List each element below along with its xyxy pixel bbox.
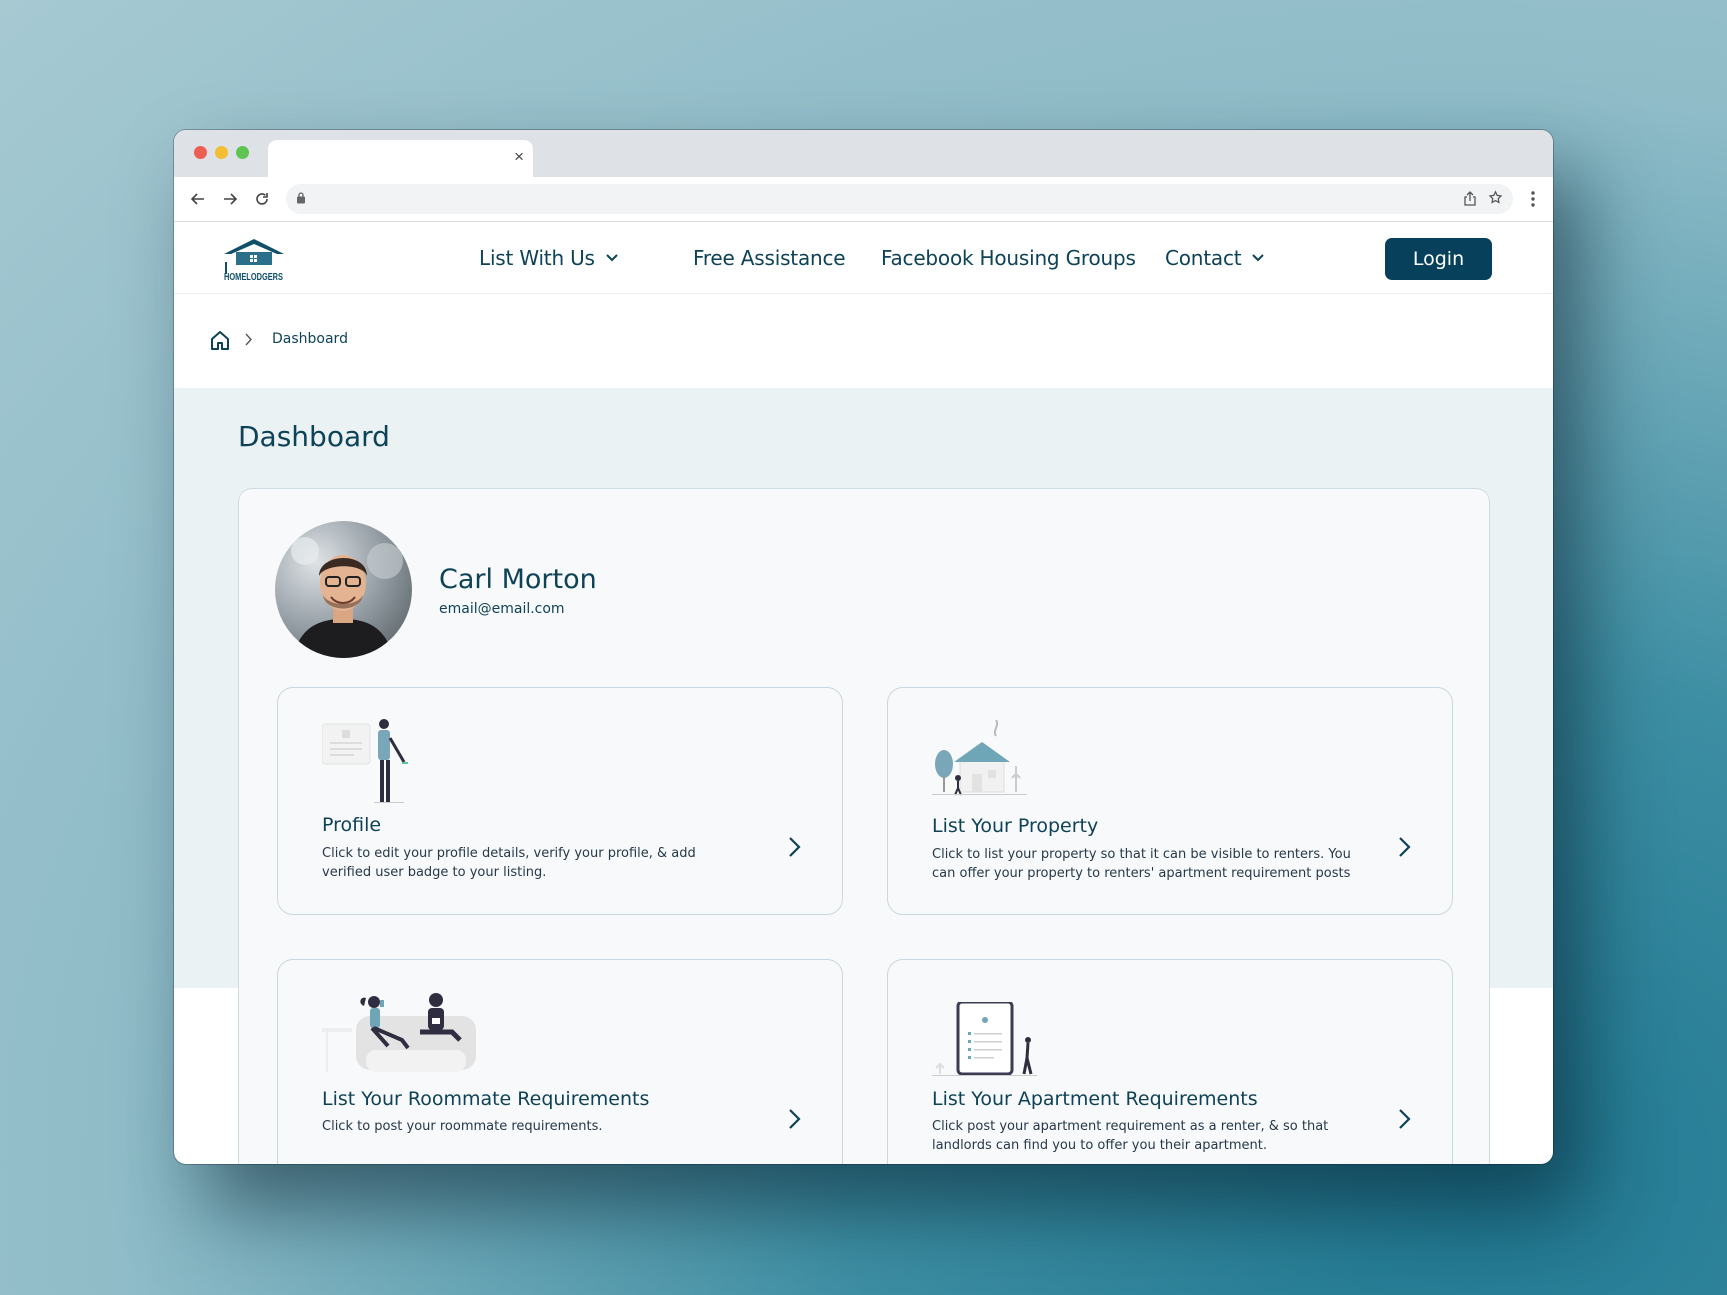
list-property-card[interactable]: List Your Property Click to list your pr… xyxy=(887,687,1453,915)
profile-card[interactable]: Profile Click to edit your profile detai… xyxy=(277,687,843,915)
card-description: Click post your apartment requirement as… xyxy=(932,1119,1329,1153)
bookmark-star-icon[interactable] xyxy=(1488,190,1503,210)
chevron-right-icon xyxy=(1398,1108,1412,1135)
maximize-window-button[interactable] xyxy=(236,146,249,159)
chevron-down-icon xyxy=(1252,254,1265,262)
user-name: Carl Morton xyxy=(439,564,597,595)
breadcrumb: Dashboard xyxy=(174,294,1553,388)
user-email: email@email.com xyxy=(439,601,565,617)
house-illustration xyxy=(932,719,1027,801)
nav-list-with-us[interactable]: List With Us xyxy=(479,246,619,270)
nav-label: Free Assistance xyxy=(693,246,846,270)
nav-contact[interactable]: Contact xyxy=(1165,246,1265,270)
apartment-requirements-card[interactable]: List Your Apartment Requirements Click p… xyxy=(887,959,1453,1164)
card-description: Click to post your roommate requirements… xyxy=(322,1119,603,1134)
logo-wordmark: HOMELODGERS xyxy=(224,272,283,281)
nav-free-assistance[interactable]: Free Assistance xyxy=(693,246,846,270)
avatar xyxy=(275,521,412,658)
tab-close-icon[interactable]: × xyxy=(514,148,524,166)
card-description: Click to list your property so that it c… xyxy=(932,847,1351,881)
browser-window: × HOMELODGERS List With Us Free Assistan… xyxy=(174,130,1553,1164)
login-button[interactable]: Login xyxy=(1385,238,1492,280)
chevron-right-icon xyxy=(245,333,253,351)
chevron-down-icon xyxy=(606,254,618,262)
nav-label: Contact xyxy=(1165,246,1242,270)
home-icon[interactable] xyxy=(210,330,230,356)
homelodgers-logo[interactable]: HOMELODGERS xyxy=(222,237,286,286)
minimize-window-button[interactable] xyxy=(215,146,228,159)
share-icon[interactable] xyxy=(1463,191,1477,211)
dashboard-main: Dashboard Carl Morton email@email.com Pr… xyxy=(174,388,1553,1164)
lock-icon xyxy=(296,191,306,209)
card-title: List Your Property xyxy=(932,815,1099,837)
close-window-button[interactable] xyxy=(194,146,207,159)
card-title: List Your Apartment Requirements xyxy=(932,1088,1258,1110)
browser-menu-icon[interactable] xyxy=(1521,187,1545,211)
browser-tab-bar: × xyxy=(174,130,1553,177)
browser-toolbar xyxy=(174,177,1553,222)
card-title: Profile xyxy=(322,814,382,836)
browser-tab[interactable]: × xyxy=(268,140,533,177)
nav-label: Facebook Housing Groups xyxy=(881,246,1136,270)
card-title: List Your Roommate Requirements xyxy=(322,1088,650,1110)
nav-label: List With Us xyxy=(479,246,595,270)
roommate-requirements-card[interactable]: List Your Roommate Requirements Click to… xyxy=(277,959,843,1164)
chevron-right-icon xyxy=(1398,836,1412,863)
card-description: Click to edit your profile details, veri… xyxy=(322,846,696,880)
reload-icon[interactable] xyxy=(250,187,274,211)
forward-arrow-icon[interactable] xyxy=(218,187,242,211)
roommates-illustration xyxy=(322,988,477,1083)
profile-illustration xyxy=(321,718,417,813)
site-header: HOMELODGERS List With Us Free Assistance… xyxy=(174,222,1553,294)
nav-facebook-housing-groups[interactable]: Facebook Housing Groups xyxy=(881,246,1136,270)
back-arrow-icon[interactable] xyxy=(186,187,210,211)
chevron-right-icon xyxy=(788,836,802,863)
address-bar[interactable] xyxy=(286,184,1513,214)
breadcrumb-current: Dashboard xyxy=(272,331,348,347)
dashboard-panel: Carl Morton email@email.com Profile Clic… xyxy=(238,488,1490,1164)
chevron-right-icon xyxy=(788,1108,802,1135)
page-title: Dashboard xyxy=(238,420,390,453)
tablet-illustration xyxy=(932,1000,1037,1083)
